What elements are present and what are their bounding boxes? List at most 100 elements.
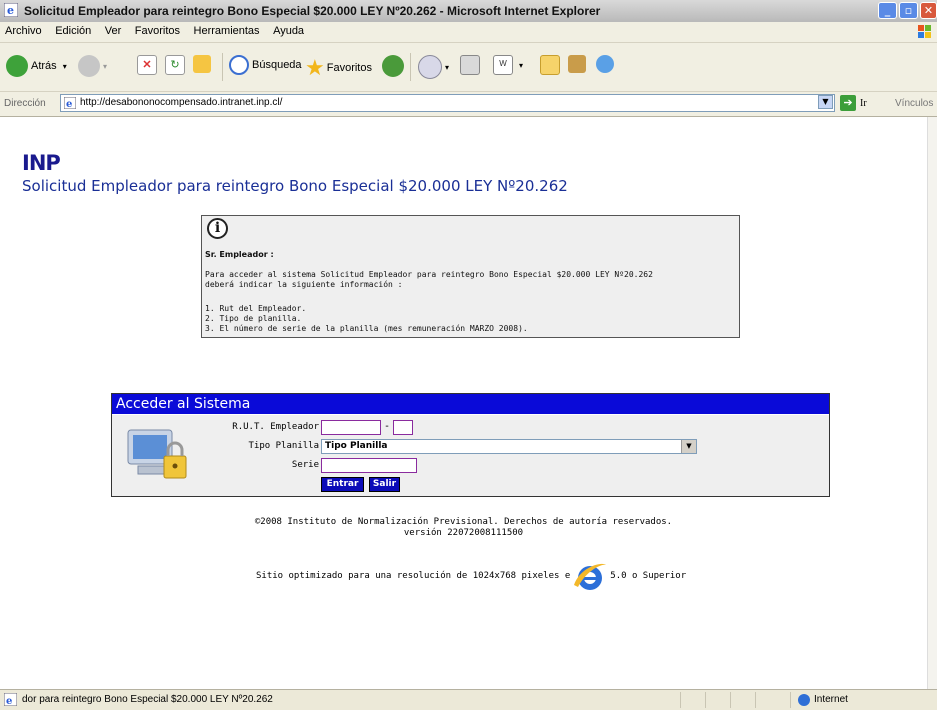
status-separator bbox=[705, 692, 706, 708]
forward-dropdown-icon[interactable]: ▾ bbox=[103, 62, 107, 71]
footer-copyright-block: ©2008 Instituto de Normalización Previsi… bbox=[0, 517, 927, 539]
chevron-down-icon[interactable]: ▼ bbox=[681, 440, 696, 453]
search-button[interactable]: Búsqueda bbox=[229, 55, 302, 75]
serie-label: Serie bbox=[291, 460, 319, 470]
forward-arrow-icon bbox=[78, 55, 100, 77]
mail-icon bbox=[418, 55, 442, 79]
vertical-scrollbar[interactable] bbox=[927, 117, 937, 689]
rut-label: R.U.T. Empleador bbox=[232, 422, 319, 432]
go-arrow-icon: ➔ bbox=[840, 95, 856, 111]
address-label: Dirección bbox=[4, 98, 46, 109]
back-label: Atrás bbox=[31, 60, 57, 72]
page-icon: e bbox=[64, 97, 76, 109]
go-label: Ir bbox=[860, 97, 867, 109]
status-separator bbox=[680, 692, 681, 708]
footer-version-requirement: 5.0 o Superior bbox=[610, 571, 687, 581]
mail-dropdown-icon[interactable]: ▾ bbox=[445, 63, 449, 72]
search-label: Búsqueda bbox=[252, 59, 302, 71]
serie-input[interactable] bbox=[321, 458, 417, 473]
rut-dv-input[interactable] bbox=[393, 420, 413, 435]
messenger-icon bbox=[596, 55, 614, 73]
links-toolbar[interactable]: Vínculos bbox=[895, 98, 933, 109]
status-bar: e dor para reintegro Bono Especial $20.0… bbox=[0, 689, 937, 710]
login-panel: Acceder al Sistema R.U.T. Empleador - Ti… bbox=[111, 393, 830, 497]
info-greeting: Sr. Empleador : bbox=[205, 250, 274, 259]
minimize-button[interactable]: _ bbox=[878, 2, 897, 19]
favorites-button[interactable]: ★ Favoritos bbox=[305, 55, 372, 81]
footer-copyright: ©2008 Instituto de Normalización Previsi… bbox=[254, 517, 673, 527]
svg-text:e: e bbox=[66, 99, 72, 109]
security-zone: Internet bbox=[814, 694, 848, 705]
research-button[interactable] bbox=[568, 55, 586, 73]
go-button[interactable]: ➔ Ir bbox=[840, 95, 867, 111]
refresh-button[interactable]: ↻ bbox=[165, 55, 185, 75]
edit-button[interactable]: W ▾ bbox=[493, 55, 523, 75]
computer-lock-icon bbox=[127, 429, 187, 479]
footer-version: versión 22072008111500 bbox=[403, 528, 524, 538]
status-separator bbox=[755, 692, 756, 708]
stop-icon: ✕ bbox=[137, 55, 157, 75]
tipo-planilla-select[interactable]: Tipo Planilla ▼ bbox=[321, 439, 697, 454]
star-icon: ★ bbox=[305, 55, 325, 80]
stop-button[interactable]: ✕ bbox=[137, 55, 157, 75]
status-text: dor para reintegro Bono Especial $20.000… bbox=[22, 694, 273, 705]
menu-edicion[interactable]: Edición bbox=[50, 22, 96, 37]
search-icon bbox=[229, 55, 249, 75]
salir-button[interactable]: Salir bbox=[369, 477, 400, 492]
menu-bar: Archivo Edición Ver Favoritos Herramient… bbox=[0, 22, 937, 43]
status-separator bbox=[730, 692, 731, 708]
mail-button[interactable]: ▾ bbox=[418, 55, 449, 79]
edit-dropdown-icon[interactable]: ▾ bbox=[519, 61, 523, 70]
window-titlebar: e Solicitud Empleador para reintegro Bon… bbox=[0, 0, 937, 23]
login-body: R.U.T. Empleador - Tipo Planilla Tipo Pl… bbox=[112, 415, 829, 496]
page-viewport: INP Solicitud Empleador para reintegro B… bbox=[0, 117, 927, 689]
ie-icon: e bbox=[4, 3, 18, 17]
address-input[interactable]: e http://desabononocompensado.intranet.i… bbox=[60, 94, 835, 112]
print-button[interactable] bbox=[460, 55, 480, 75]
rut-input[interactable] bbox=[321, 420, 381, 435]
window-title: Solicitud Empleador para reintegro Bono … bbox=[24, 4, 601, 18]
folder-icon bbox=[540, 55, 560, 75]
history-button[interactable] bbox=[382, 55, 407, 77]
toolbar-separator bbox=[410, 53, 411, 81]
back-dropdown-icon[interactable]: ▾ bbox=[63, 62, 67, 71]
menu-archivo[interactable]: Archivo bbox=[0, 22, 47, 37]
maximize-button[interactable]: ▫ bbox=[899, 2, 918, 19]
info-icon: i bbox=[207, 218, 228, 239]
rut-dash: - bbox=[384, 421, 391, 432]
status-separator bbox=[790, 692, 791, 708]
address-dropdown-icon[interactable]: ▼ bbox=[818, 95, 833, 109]
word-icon: W bbox=[493, 55, 513, 75]
address-url: http://desabononocompensado.intranet.inp… bbox=[80, 97, 283, 108]
svg-text:e: e bbox=[6, 696, 12, 706]
back-button[interactable]: Atrás ▾ bbox=[6, 55, 67, 77]
info-paragraph: Para acceder al sistema Solicitud Emplea… bbox=[205, 270, 653, 289]
home-icon bbox=[193, 55, 211, 73]
printer-icon bbox=[460, 55, 480, 75]
info-box: i Sr. Empleador : Para acceder al sistem… bbox=[201, 215, 740, 338]
history-icon bbox=[382, 55, 404, 77]
entrar-button[interactable]: Entrar bbox=[321, 477, 364, 492]
tipo-planilla-selected: Tipo Planilla bbox=[325, 441, 388, 451]
address-bar: Dirección e http://desabononocompensado.… bbox=[0, 92, 937, 117]
page-status-icon: e bbox=[4, 693, 17, 706]
svg-text:e: e bbox=[7, 4, 14, 17]
refresh-icon: ↻ bbox=[165, 55, 185, 75]
home-button[interactable] bbox=[193, 55, 211, 73]
research-icon bbox=[568, 55, 586, 73]
forward-button[interactable]: ▾ bbox=[78, 55, 107, 77]
menu-favoritos[interactable]: Favoritos bbox=[130, 22, 185, 37]
menu-herramientas[interactable]: Herramientas bbox=[189, 22, 265, 37]
inp-logo: INP bbox=[22, 151, 61, 175]
page-title: Solicitud Empleador para reintegro Bono … bbox=[22, 177, 568, 195]
back-arrow-icon bbox=[6, 55, 28, 77]
internet-zone-icon bbox=[798, 694, 810, 706]
login-header: Acceder al Sistema bbox=[112, 394, 829, 414]
close-button[interactable]: ✕ bbox=[920, 2, 937, 19]
ie-logo-icon bbox=[574, 563, 607, 590]
folder-button[interactable] bbox=[540, 55, 560, 75]
menu-ver[interactable]: Ver bbox=[100, 22, 127, 37]
menu-ayuda[interactable]: Ayuda bbox=[268, 22, 309, 37]
windows-logo-icon bbox=[918, 25, 931, 38]
messenger-button[interactable] bbox=[596, 55, 617, 73]
